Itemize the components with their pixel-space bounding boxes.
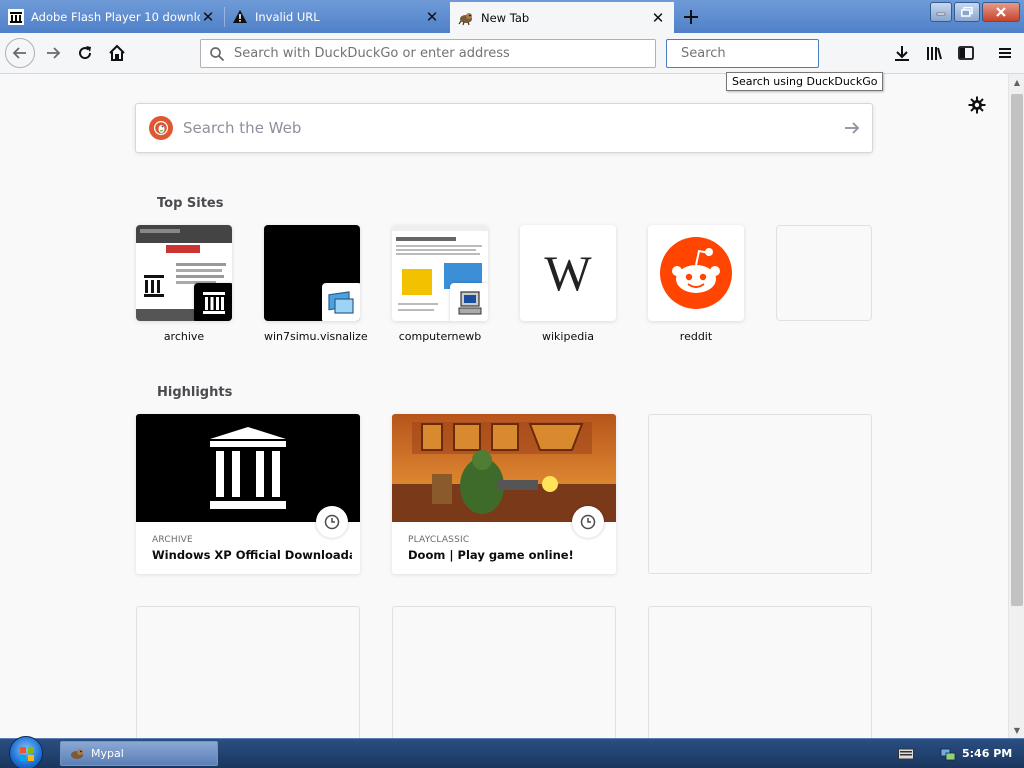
tab-title: Invalid URL [255,10,320,24]
close-icon[interactable]: ✕ [650,9,666,27]
arrow-left-icon [12,47,26,59]
close-icon[interactable]: ✕ [200,8,216,26]
home-icon [109,44,125,61]
empty-tile [776,225,872,321]
restore-icon [961,7,973,17]
address-bar[interactable] [200,39,656,68]
clock-icon [316,506,348,538]
tab-title: New Tab [481,10,530,25]
top-site-win7simu[interactable]: win7simu.visnalize [264,225,368,343]
top-site-computernewb[interactable]: computernewb [392,225,488,343]
scroll-down-arrow-icon[interactable]: ▼ [1009,722,1024,738]
search-submit-button[interactable] [832,120,872,136]
new-tab-button[interactable] [678,4,704,30]
archive-icon [8,9,24,25]
site-label: wikipedia [541,330,594,343]
top-site-empty [776,225,872,321]
forward-button[interactable] [39,39,67,67]
url-input[interactable] [234,46,655,61]
tab-adobe-flash[interactable]: Adobe Flash Player 10 downloa ✕ [0,1,224,33]
page-scrollbar[interactable]: ▲ ▼ [1008,74,1024,738]
tab-new-tab[interactable]: New Tab ✕ [450,2,674,33]
window-close-button[interactable] [982,2,1020,22]
network-icon[interactable] [940,746,956,762]
library-button[interactable] [922,41,946,65]
reload-button[interactable] [71,39,99,67]
windows-taskbar: Mypal 5:46 PM [0,736,1024,768]
archive-icon [194,283,232,321]
top-site-reddit[interactable]: reddit [648,225,744,343]
hamburger-icon [999,48,1011,58]
preferences-button[interactable] [966,94,988,116]
minimize-button[interactable] [930,2,952,22]
mypal-icon [71,748,83,759]
start-button[interactable] [9,736,43,768]
highlights-heading: Highlights [157,385,233,400]
computer-icon [450,283,488,321]
taskbar-app-mypal[interactable]: Mypal [60,741,218,766]
new-tab-page: Top Sites archiv [0,74,1008,766]
highlight-source: PLAYCLASSIC [408,535,470,545]
top-site-wikipedia[interactable]: W wikipedia [520,225,616,343]
site-label: archive [163,330,205,343]
web-search-input[interactable] [183,119,832,137]
scroll-up-arrow-icon[interactable]: ▲ [1009,74,1024,90]
reddit-icon [660,237,732,309]
restore-button[interactable] [954,2,980,22]
gear-icon [968,96,986,114]
download-icon [895,46,909,61]
archive-icon [210,427,286,509]
highlight-card-archive[interactable]: ARCHIVE Windows XP Official Downloada... [136,414,360,574]
tab-invalid-url[interactable]: Invalid URL ✕ [224,1,448,33]
site-thumbnail [264,225,360,321]
sidebar-button[interactable] [954,41,978,65]
minimize-icon [936,12,946,16]
reload-icon [79,46,92,60]
taskbar-app-label: Mypal [91,747,124,760]
library-icon [927,47,942,60]
windows-logo-icon [20,747,34,761]
highlight-title: Windows XP Official Downloada... [152,548,352,562]
search-tooltip: Search using DuckDuckGo [726,72,884,91]
arrow-right-icon [845,122,860,134]
navigation-toolbar [0,33,1024,74]
site-label: computernewb [398,330,482,343]
duckduckgo-icon [149,116,173,140]
search-bar[interactable] [666,39,851,68]
tab-title: Adobe Flash Player 10 downloa [31,10,200,24]
highlight-card-doom[interactable]: PLAYCLASSIC Doom | Play game online! [392,414,616,574]
home-button[interactable] [103,39,131,67]
downloads-button[interactable] [890,41,914,65]
web-search-box[interactable] [135,103,873,153]
close-icon [996,7,1006,17]
taskbar-clock: 5:46 PM [962,747,1013,760]
highlight-title: Doom | Play game online! [408,548,574,562]
scroll-thumb[interactable] [1011,94,1023,606]
site-label: win7simu.visnalize [264,330,368,343]
menu-button[interactable] [993,41,1017,65]
mypal-icon [458,10,474,26]
highlight-placeholder [648,414,872,574]
computer-icon [322,283,360,321]
tab-strip: Adobe Flash Player 10 downloa ✕ Invalid … [0,0,1024,33]
plus-icon [684,10,698,24]
top-site-archive[interactable]: archive [136,225,232,343]
site-label: reddit [679,330,713,343]
site-thumbnail [136,225,232,321]
clock-icon [572,506,604,538]
back-button[interactable] [5,38,35,68]
sidebar-icon [958,46,974,60]
warning-icon [232,9,248,25]
wikipedia-logo: W [544,245,592,301]
highlight-source: ARCHIVE [152,535,193,545]
search-input[interactable] [681,46,851,61]
site-thumbnail: W [520,225,616,321]
arrow-right-icon [47,47,61,59]
site-thumbnail [392,225,488,321]
site-thumbnail [648,225,744,321]
top-sites-heading: Top Sites [157,196,224,211]
keyboard-icon[interactable] [898,746,914,762]
search-icon [210,46,225,61]
close-icon[interactable]: ✕ [424,8,440,26]
